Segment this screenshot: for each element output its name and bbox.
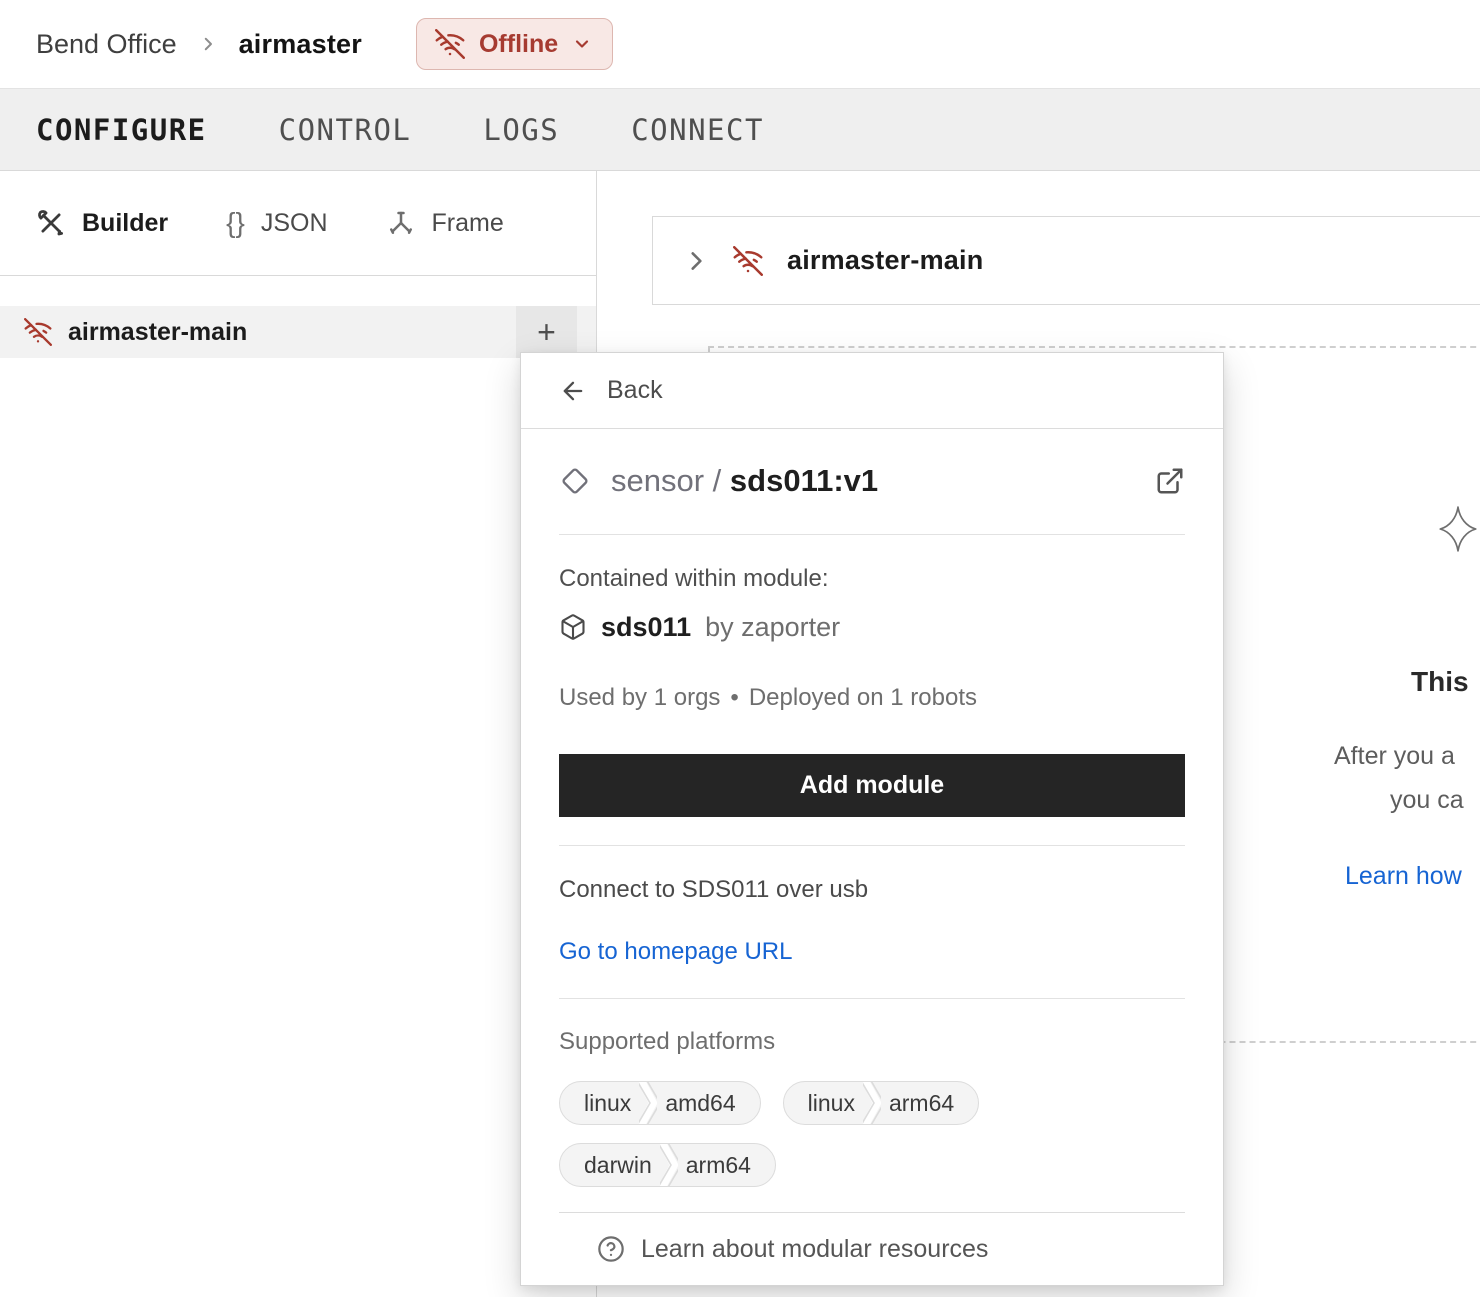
chevron-right-icon <box>199 35 217 53</box>
add-module-button[interactable]: Add module <box>559 754 1185 817</box>
module-name: sds011 <box>601 609 691 645</box>
badge-arch: amd64 <box>657 1082 759 1124</box>
resource-model: sds011:v1 <box>730 463 878 498</box>
platforms-section: Supported platforms linux amd64 linux ar… <box>559 999 1185 1187</box>
tab-configure[interactable]: CONFIGURE <box>36 113 207 147</box>
top-header: Bend Office airmaster Offline <box>0 0 1480 88</box>
diamond-icon <box>559 465 591 497</box>
module-description-section: Connect to SDS011 over usb Go to homepag… <box>559 846 1185 999</box>
module-author: by zaporter <box>705 609 840 645</box>
used-by-text: Used by 1 orgs <box>559 684 720 711</box>
braces-icon: {} <box>226 207 245 239</box>
config-mode-switcher: Builder {} JSON Frame <box>0 171 596 276</box>
modular-resources-label: Learn about modular resources <box>641 1235 988 1264</box>
mode-frame-label: Frame <box>432 209 504 238</box>
platform-badges: linux amd64 linux arm64 darwin arm64 <box>559 1081 1119 1187</box>
breadcrumb-machine: airmaster <box>239 29 362 60</box>
back-label: Back <box>607 376 663 405</box>
module-usage: Used by 1 orgs • Deployed on 1 robots <box>559 683 1185 713</box>
machine-part-card[interactable]: airmaster-main <box>652 216 1480 305</box>
mode-frame[interactable]: Frame <box>386 208 504 238</box>
breadcrumb-org[interactable]: Bend Office <box>36 29 177 60</box>
badge-os: darwin <box>560 1144 660 1186</box>
platform-badge: darwin arm64 <box>559 1143 776 1187</box>
module-details-popover: Back sensor / sds011:v1 Contained within… <box>520 352 1224 1286</box>
platforms-label: Supported platforms <box>559 1027 1185 1057</box>
module-description: Connect to SDS011 over usb <box>559 874 1185 906</box>
contained-label: Contained within module: <box>559 563 1185 595</box>
chevron-down-icon <box>572 34 592 54</box>
mode-json[interactable]: {} JSON <box>226 207 327 239</box>
wifi-off-icon <box>733 246 763 276</box>
frame-axis-icon <box>386 208 416 238</box>
chevron-right-icon[interactable] <box>683 248 709 274</box>
deployed-text: Deployed on 1 robots <box>749 684 977 711</box>
learn-how-link[interactable]: Learn how <box>1345 862 1462 891</box>
main-tabbar: CONFIGURE CONTROL LOGS CONNECT <box>0 88 1480 171</box>
badge-arch: arm64 <box>678 1144 775 1186</box>
resource-type: sensor <box>611 463 704 498</box>
dot-separator: • <box>730 684 738 711</box>
sparkle-icon <box>1438 505 1478 553</box>
sidebar-item-airmaster-main[interactable]: airmaster-main + <box>0 306 596 358</box>
status-label: Offline <box>479 30 558 59</box>
platform-badge: linux arm64 <box>783 1081 980 1125</box>
badge-os: linux <box>784 1082 863 1124</box>
help-circle-icon <box>597 1235 625 1263</box>
tab-control[interactable]: CONTROL <box>279 113 412 147</box>
empty-state-text-line1: After you a <box>1334 742 1455 771</box>
badge-os: linux <box>560 1082 639 1124</box>
tab-connect[interactable]: CONNECT <box>631 113 764 147</box>
empty-state-text-line2: you ca <box>1390 786 1464 815</box>
homepage-url-link[interactable]: Go to homepage URL <box>559 936 792 968</box>
wifi-off-icon <box>24 318 52 346</box>
popover-body: sensor / sds011:v1 Contained within modu… <box>521 429 1223 1285</box>
wifi-off-icon <box>435 29 465 59</box>
mode-builder-label: Builder <box>82 209 168 238</box>
sidebar-item-label: airmaster-main <box>68 318 247 347</box>
machine-part-label: airmaster-main <box>787 245 983 276</box>
tools-icon <box>36 208 66 238</box>
config-sidebar: Builder {} JSON Frame airmaster-main + <box>0 171 597 1297</box>
mode-json-label: JSON <box>261 209 328 238</box>
back-button[interactable]: Back <box>521 353 1223 429</box>
arrow-left-icon <box>559 377 587 405</box>
tab-logs[interactable]: LOGS <box>483 113 559 147</box>
resource-separator: / <box>713 463 722 498</box>
package-icon <box>559 613 587 641</box>
machine-status-dropdown[interactable]: Offline <box>416 18 613 70</box>
chevron-divider-icon <box>660 1144 678 1186</box>
module-info-section: Contained within module: sds011 by zapor… <box>559 535 1185 846</box>
chevron-divider-icon <box>863 1082 881 1124</box>
modular-resources-link[interactable]: Learn about modular resources <box>559 1212 1185 1285</box>
resource-title: sensor / sds011:v1 <box>611 463 878 499</box>
platform-badge: linux amd64 <box>559 1081 761 1125</box>
module-line: sds011 by zaporter <box>559 609 1185 645</box>
external-link-icon[interactable] <box>1155 466 1185 496</box>
empty-state-heading: This <box>1411 666 1469 698</box>
breadcrumb: Bend Office airmaster <box>36 29 362 60</box>
resource-title-row: sensor / sds011:v1 <box>559 429 1185 535</box>
mode-builder[interactable]: Builder <box>36 208 168 238</box>
chevron-divider-icon <box>639 1082 657 1124</box>
add-component-button[interactable]: + <box>516 306 577 358</box>
badge-arch: arm64 <box>881 1082 978 1124</box>
